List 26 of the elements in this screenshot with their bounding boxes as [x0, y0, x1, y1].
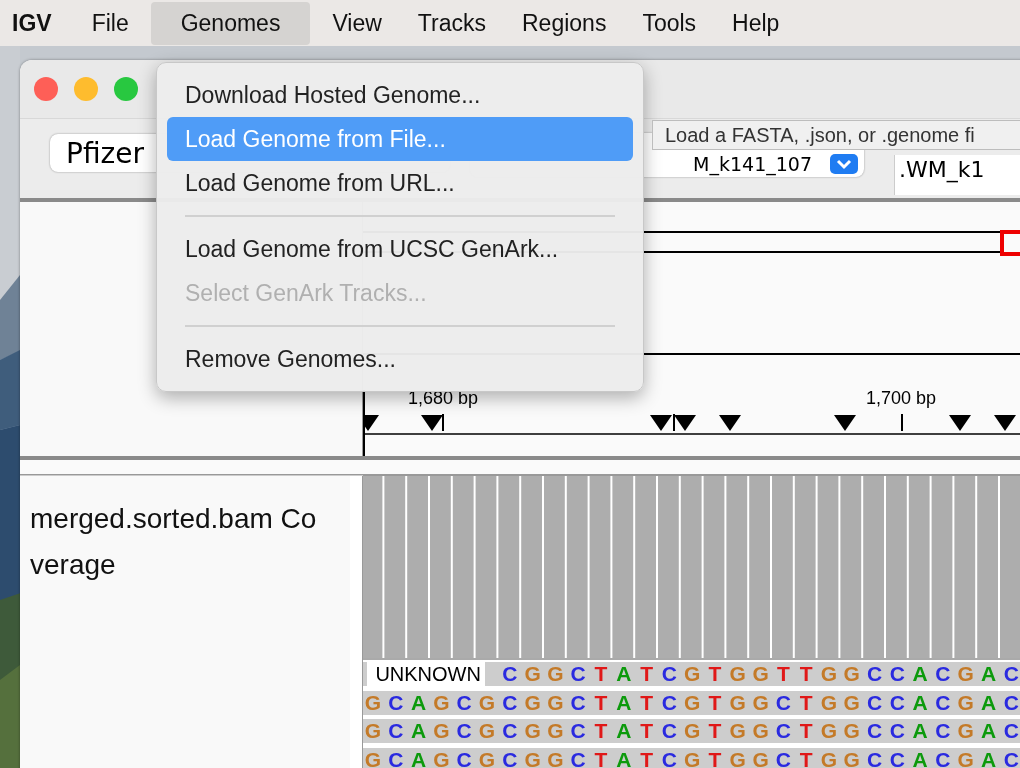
menu-item[interactable]: File [77, 1, 143, 45]
menu-item[interactable]: Help [718, 1, 794, 45]
track-name: merged.sorted.bam Coverage [30, 502, 318, 582]
menu-item[interactable]: Load Genome from URL... [167, 161, 633, 205]
minimize-button[interactable] [74, 77, 98, 101]
menu-item[interactable]: Load Genome from UCSC GenArk... [167, 227, 633, 271]
read-sequence: G C A G C G C G G C T A T C G T G G C T G G C C A C G A C [363, 747, 1020, 768]
menu-item[interactable]: Tools [628, 1, 711, 45]
app-menu[interactable]: IGV [2, 9, 64, 37]
tooltip: Load a FASTA, .json, or .genome fi [652, 120, 1020, 150]
menu-item[interactable]: Remove Genomes... [167, 337, 633, 381]
menu-item[interactable]: View [318, 1, 396, 45]
read-sequence: C G G C T A T C G T G G T T G G C C A C G A C [501, 662, 1020, 686]
read-sequence: G C A G C G C G G C T A T C G T G G C T G G C C A C G A C [363, 690, 1020, 715]
menu-item[interactable]: Regions [508, 1, 621, 45]
close-button[interactable] [34, 77, 58, 101]
ruler-label: 1,700 bp [865, 388, 937, 408]
chevron-icon [830, 154, 858, 174]
zoom-button[interactable] [114, 77, 138, 101]
menu-item[interactable]: Download Hosted Genome... [167, 73, 633, 117]
region-box[interactable] [1000, 230, 1020, 256]
locus-field[interactable]: .WM_k1 [894, 155, 1020, 195]
read-sequence: G C A G C G C G G C T A T C G T G G C T G G C C A C G A C [363, 719, 1020, 743]
menu-item[interactable]: Genomes [150, 1, 311, 45]
read-label: UNKNOWN [367, 662, 486, 686]
menu-item[interactable]: Tracks [403, 1, 500, 45]
